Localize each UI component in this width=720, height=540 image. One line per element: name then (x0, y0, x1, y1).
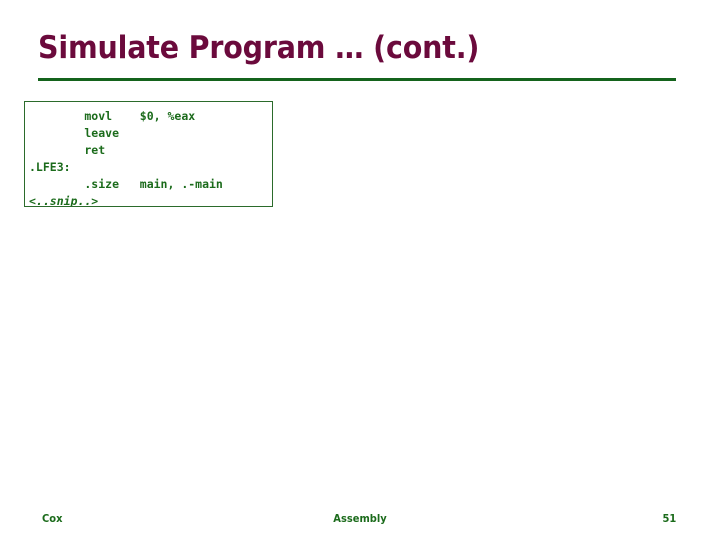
footer-topic: Assembly (333, 512, 387, 525)
code-line: .LFE3: (29, 160, 71, 174)
code-block: movl $0, %eax leave ret .LFE3: .size mai… (24, 101, 273, 207)
code-line: .size main, .-main (29, 177, 223, 191)
code-line: ret (29, 143, 106, 157)
title-divider (38, 78, 676, 81)
slide-canvas: Simulate Program … (cont.) movl $0, %eax… (0, 0, 720, 540)
page-title: Simulate Program … (cont.) (38, 30, 480, 66)
slide-footer: Cox Assembly 51 (0, 506, 720, 532)
code-line-snip: <..snip..> (29, 194, 99, 207)
code-line: movl $0, %eax (29, 109, 196, 123)
code-line: leave (29, 126, 120, 140)
footer-page-number: 51 (662, 512, 676, 525)
code-listing: movl $0, %eax leave ret .LFE3: .size mai… (25, 102, 272, 207)
